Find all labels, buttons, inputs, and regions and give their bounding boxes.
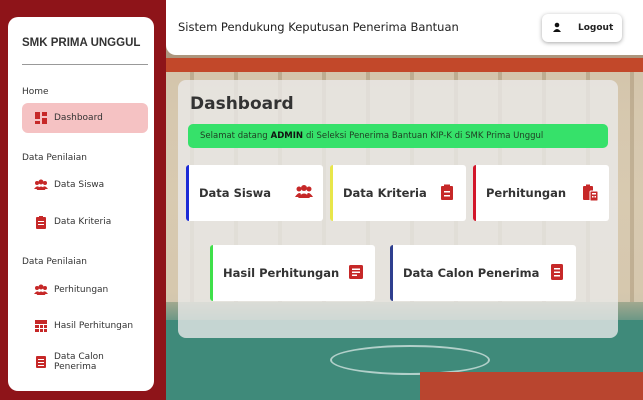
- topbar: Sistem Pendukung Keputusan Penerima Bant…: [166, 0, 643, 55]
- logout-button[interactable]: Logout: [542, 14, 622, 42]
- card-perhitungan[interactable]: Perhitungan: [473, 165, 609, 221]
- calculator-icon: [581, 183, 599, 204]
- card-label: Hasil Perhitungan: [223, 266, 340, 280]
- checklist-icon: [347, 263, 365, 284]
- list-icon: [34, 355, 48, 369]
- welcome-suffix: di Seleksi Penerima Bantuan KIP-K di SMK…: [306, 131, 544, 141]
- card-label: Data Calon Penerima: [403, 266, 540, 280]
- dashboard-icon: [34, 111, 48, 125]
- users-icon: [34, 178, 48, 192]
- sidebar-item-perhitungan[interactable]: Perhitungan: [22, 275, 148, 305]
- card-data-siswa[interactable]: Data Siswa: [186, 165, 323, 221]
- users-icon: [34, 283, 48, 297]
- sidebar-item-hasil-perhitungan[interactable]: Hasil Perhitungan: [22, 311, 148, 341]
- clipboard-icon: [34, 215, 48, 229]
- welcome-banner: Selamat datang ADMIN di Seleksi Penerima…: [188, 124, 608, 148]
- card-data-calon-penerima[interactable]: Data Calon Penerima: [390, 245, 576, 301]
- section-label-data-penilaian-2: Data Penilaian: [22, 257, 87, 267]
- sidebar-item-label: Data Kriteria: [54, 217, 112, 227]
- brand-divider: [22, 64, 148, 65]
- card-label: Data Siswa: [199, 186, 272, 200]
- sidebar-item-data-kriteria[interactable]: Data Kriteria: [22, 207, 148, 237]
- brand-title: SMK PRIMA UNGGUL: [22, 37, 141, 49]
- sidebar-item-data-calon-penerima[interactable]: Data Calon Penerima: [22, 347, 148, 377]
- background-roof: [150, 58, 643, 72]
- sidebar-item-label: Data Siswa: [54, 180, 105, 190]
- main-panel: Dashboard Selamat datang ADMIN di Seleks…: [178, 80, 618, 338]
- sidebar-item-label: Hasil Perhitungan: [54, 321, 134, 331]
- card-data-kriteria[interactable]: Data Kriteria: [330, 165, 466, 221]
- background-court-red: [420, 372, 643, 400]
- clipboard-icon: [438, 183, 456, 204]
- welcome-prefix: Selamat datang: [200, 131, 268, 141]
- card-label: Data Kriteria: [343, 186, 427, 200]
- sidebar-item-data-siswa[interactable]: Data Siswa: [22, 170, 148, 200]
- sidebar: SMK PRIMA UNGGUL Home Dashboard Data Pen…: [0, 0, 166, 400]
- table-icon: [34, 319, 48, 333]
- background-court-line: [330, 345, 490, 375]
- section-label-home: Home: [22, 87, 49, 97]
- sidebar-item-label: Dashboard: [54, 113, 103, 123]
- card-hasil-perhitungan[interactable]: Hasil Perhitungan: [210, 245, 375, 301]
- users-icon: [295, 183, 313, 204]
- sidebar-panel: SMK PRIMA UNGGUL Home Dashboard Data Pen…: [8, 17, 154, 391]
- sidebar-item-dashboard[interactable]: Dashboard: [22, 103, 148, 133]
- list-icon: [548, 263, 566, 284]
- user-icon: [552, 22, 562, 35]
- sidebar-item-label: Data Calon Penerima: [54, 352, 104, 372]
- page-title: Dashboard: [190, 94, 294, 114]
- section-label-data-penilaian: Data Penilaian: [22, 153, 87, 163]
- sidebar-item-label: Perhitungan: [54, 285, 109, 295]
- card-label: Perhitungan: [486, 186, 567, 200]
- logout-label: Logout: [578, 23, 614, 33]
- welcome-user: ADMIN: [270, 131, 304, 141]
- app-title: Sistem Pendukung Keputusan Penerima Bant…: [178, 20, 459, 34]
